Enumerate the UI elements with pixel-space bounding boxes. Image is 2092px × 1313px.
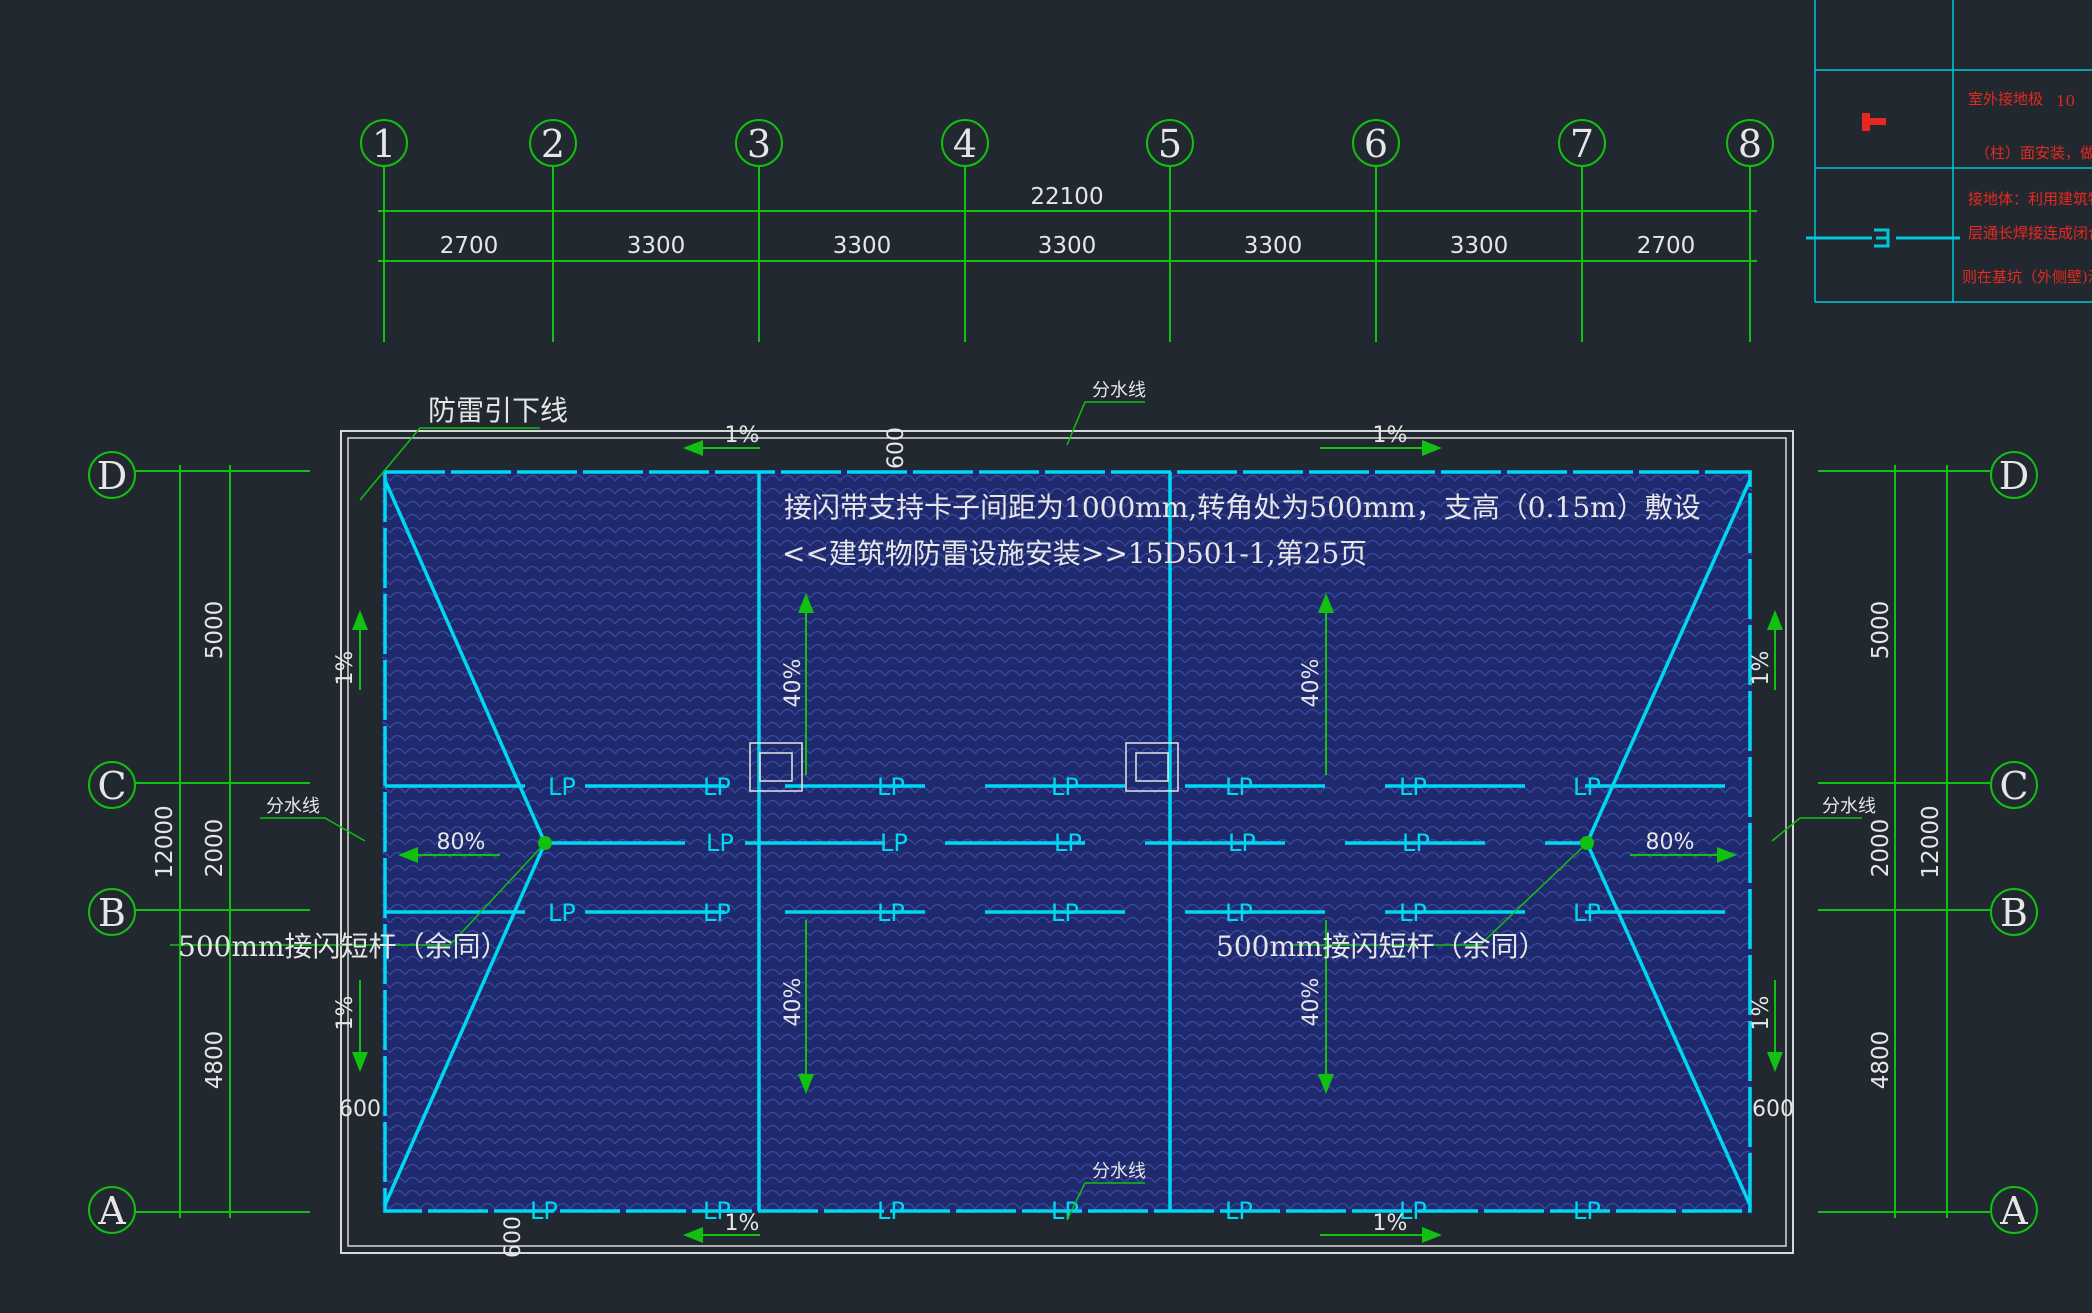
axis-7: 7 — [1570, 122, 1594, 166]
slope-top-right: 1% — [1373, 423, 1408, 448]
offset-600-right: 600 — [1752, 1097, 1794, 1122]
dim-seg-7: 2700 — [1637, 233, 1696, 259]
slope-40-a: 40% — [781, 659, 806, 708]
dim-right-seg-1: 5000 — [1868, 601, 1894, 660]
downlead-label: 防雷引下线 — [428, 394, 568, 427]
slope-40-c: 40% — [1299, 659, 1324, 708]
axis-3: 3 — [747, 122, 771, 166]
legend-row3-text: 接地体：利用建筑物 — [1968, 190, 2092, 208]
roof-lightning-plan-drawing: 1 2 3 4 5 6 7 8 22100 2700 3300 3300 330… — [88, 0, 2092, 1258]
slope-left-lower: 1% — [333, 996, 358, 1031]
axis-4: 4 — [953, 122, 977, 166]
lp-label: LP — [1054, 829, 1082, 857]
lp-label: LP — [1228, 829, 1256, 857]
dim-seg-2: 3300 — [627, 233, 686, 259]
lp-label: LP — [1225, 899, 1253, 927]
ridge-label-right: 分水线 — [1822, 796, 1876, 817]
slope-40-d: 40% — [1299, 978, 1324, 1027]
ground-conductor-symbol — [1806, 228, 1960, 248]
dim-seg-5: 3300 — [1244, 233, 1303, 259]
dim-left-seg-2: 2000 — [202, 819, 228, 878]
axis-C-left: C — [97, 764, 126, 808]
lp-label: LP — [1225, 1197, 1253, 1225]
dim-seg-3: 3300 — [833, 233, 892, 259]
offset-600-bottom: 600 — [501, 1216, 526, 1258]
axis-C-right: C — [1999, 764, 2028, 808]
axis-6: 6 — [1364, 122, 1388, 166]
rod-label-right: 500mm接闪短杆（余同） — [1216, 930, 1547, 963]
slope-80-right: 80% — [1646, 830, 1695, 855]
slope-bottom-left: 1% — [725, 1211, 760, 1236]
legend-row1-code: 10 — [2056, 92, 2075, 110]
dim-seg-6: 3300 — [1450, 233, 1509, 259]
ground-electrode-symbol — [1862, 113, 1886, 131]
slope-right-lower: 1% — [1749, 996, 1774, 1031]
lp-label: LP — [1399, 773, 1427, 801]
lp-label: LP — [703, 899, 731, 927]
axis-1: 1 — [372, 122, 396, 166]
dim-left-seg-3: 4800 — [202, 1031, 228, 1090]
axis-A-right: A — [1999, 1189, 2028, 1233]
axis-B-left: B — [98, 891, 126, 935]
dim-left-seg-1: 5000 — [202, 601, 228, 660]
axis-B-right: B — [2000, 891, 2028, 935]
legend-row2-text: （柱）面安装，做法 — [1975, 144, 2092, 162]
ridge-label-top: 分水线 — [1092, 380, 1146, 401]
slope-40-b: 40% — [781, 978, 806, 1027]
lp-label: LP — [530, 1197, 558, 1225]
lp-label: LP — [548, 899, 576, 927]
lp-label: LP — [877, 1197, 905, 1225]
lp-label: LP — [1399, 899, 1427, 927]
axis-D-left: D — [97, 454, 127, 498]
legend-row1-text: 室外接地极 — [1968, 90, 2043, 108]
lp-label: LP — [1573, 773, 1601, 801]
dim-left-total: 12000 — [152, 805, 178, 878]
installation-note-line1: 接闪带支持卡子间距为1000mm,转角处为500mm，支高（0.15m）敷设 — [784, 491, 1701, 524]
dim-seg-4: 3300 — [1038, 233, 1097, 259]
rod-label-left: 500mm接闪短杆（余同） — [178, 930, 509, 963]
dim-right-seg-2: 2000 — [1868, 819, 1894, 878]
slope-bottom-right: 1% — [1373, 1211, 1408, 1236]
slope-top-left: 1% — [725, 423, 760, 448]
top-axis-bubbles — [360, 119, 1774, 167]
axis-A-left: A — [97, 1189, 126, 1233]
lp-label: LP — [703, 773, 731, 801]
legend-row4-text: 层通长焊接连成闭合 — [1968, 224, 2092, 242]
legend-row5-text: 则在基坑（外侧壁)深 — [1962, 268, 2092, 286]
lp-label: LP — [1051, 773, 1079, 801]
slope-80-left: 80% — [437, 830, 486, 855]
axis-D-right: D — [1999, 454, 2029, 498]
offset-600-left: 600 — [339, 1097, 381, 1122]
slope-left-upper: 1% — [333, 651, 358, 686]
slope-right-upper: 1% — [1749, 651, 1774, 686]
lp-label: LP — [877, 773, 905, 801]
offset-600-top: 600 — [884, 427, 909, 469]
lp-label: LP — [1573, 1197, 1601, 1225]
dim-right-seg-3: 4800 — [1868, 1031, 1894, 1090]
lp-label: LP — [880, 829, 908, 857]
lp-label: LP — [1573, 899, 1601, 927]
ridge-label-left: 分水线 — [266, 796, 320, 817]
installation-note-line2: <<建筑物防雷设施安装>>15D501-1,第25页 — [782, 537, 1367, 570]
lp-label: LP — [1402, 829, 1430, 857]
axis-8: 8 — [1738, 122, 1762, 166]
ridge-label-bottom: 分水线 — [1092, 1161, 1146, 1182]
dim-seg-1: 2700 — [440, 233, 499, 259]
lp-label: LP — [706, 829, 734, 857]
dim-total-top: 22100 — [1030, 184, 1103, 210]
lp-label: LP — [1051, 899, 1079, 927]
axis-2: 2 — [541, 122, 565, 166]
axis-5: 5 — [1158, 122, 1182, 166]
dim-right-total: 12000 — [1918, 805, 1944, 878]
lp-label: LP — [1225, 773, 1253, 801]
lp-label: LP — [1051, 1197, 1079, 1225]
lp-label: LP — [877, 899, 905, 927]
lp-label: LP — [548, 773, 576, 801]
